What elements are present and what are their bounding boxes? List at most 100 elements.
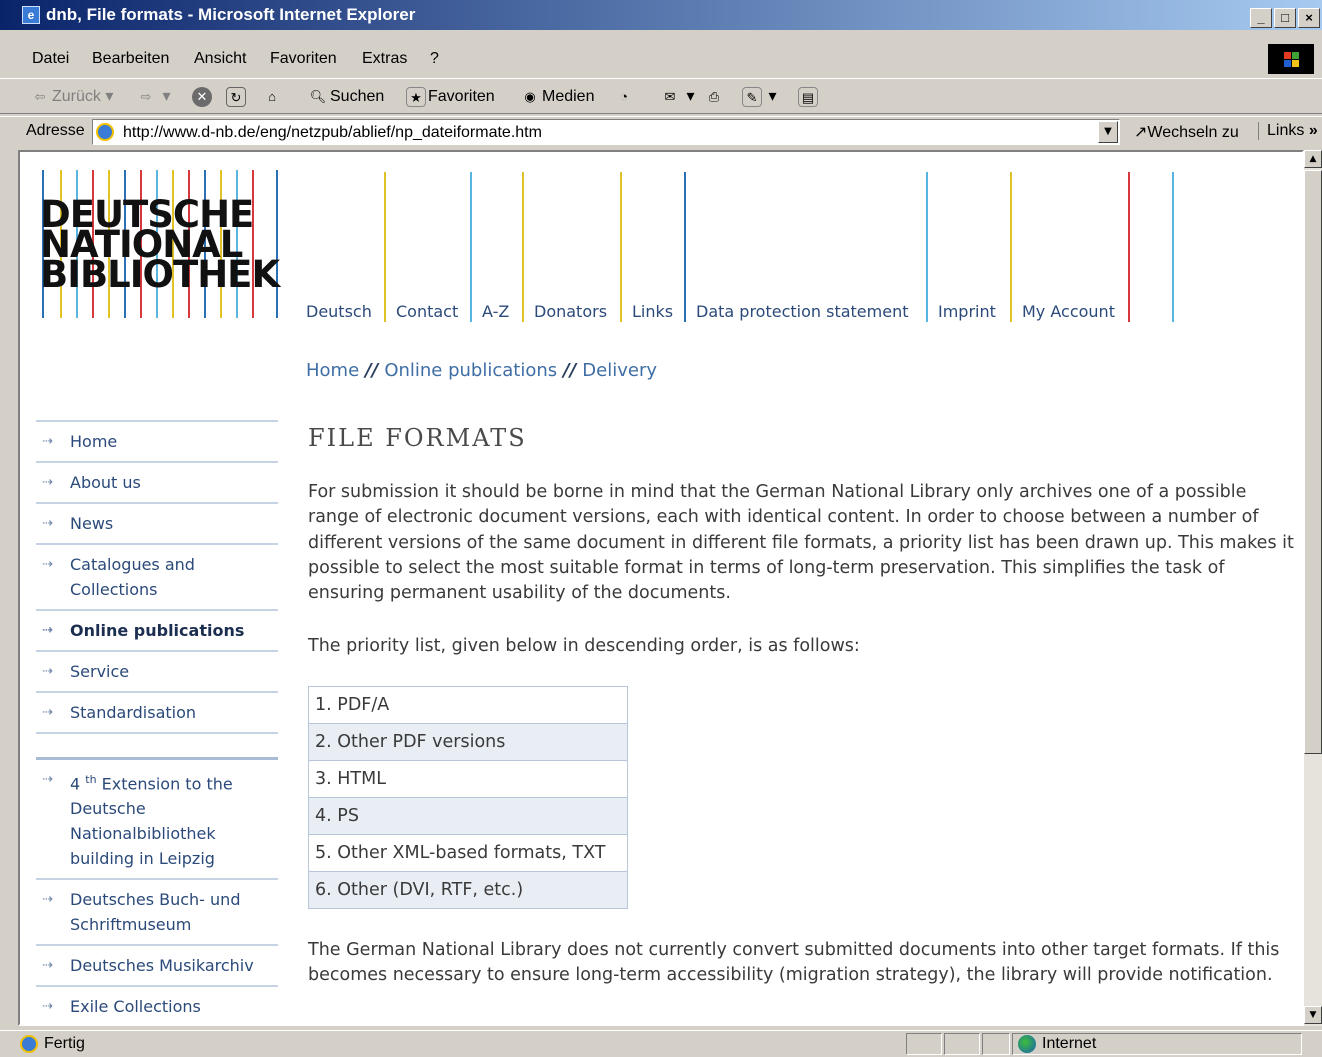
go-button[interactable]: ↗Wechseln zu — [1134, 122, 1239, 142]
breadcrumb-online-publications[interactable]: Online publications — [384, 360, 557, 381]
arrow-right-icon: ⇢ — [42, 892, 53, 908]
window-title-bar[interactable]: e dnb, File formats - Microsoft Internet… — [0, 0, 1322, 30]
back-label: Zurück — [52, 88, 101, 105]
topnav-contact[interactable]: Contact — [396, 302, 458, 321]
edit-button[interactable]: ✎ ▾ — [742, 85, 776, 109]
address-input[interactable]: http://www.d-nb.de/eng/netzpub/ablief/np… — [92, 119, 1120, 145]
sidebar-item-extension[interactable]: ⇢ 4 th Extension to the Deutsche National… — [36, 760, 278, 881]
extension-suffix: th — [85, 773, 97, 786]
table-row: 2. Other PDF versions — [308, 723, 628, 761]
ie-icon: e — [22, 6, 40, 24]
table-row: 5. Other XML-based formats, TXT — [308, 834, 628, 872]
sidebar-item-label: Deutsches Musikarchiv — [70, 956, 254, 976]
priority-cell: 3. HTML — [308, 760, 628, 798]
topnav-donators[interactable]: Donators — [534, 302, 607, 321]
sidebar-divider — [36, 734, 278, 760]
sidebar-item-label: About us — [70, 473, 141, 492]
sidebar-item-label: Online publications — [70, 621, 245, 640]
maximize-button[interactable]: □ — [1274, 8, 1296, 28]
sidebar-item-label: Exile Collections — [70, 997, 201, 1017]
menu-extras[interactable]: Extras — [362, 50, 407, 68]
sidebar-item-exile-collections[interactable]: ⇢ Exile Collections — [36, 987, 278, 1024]
vertical-scrollbar[interactable]: ▲ ▼ — [1304, 150, 1322, 1026]
menu-help[interactable]: ? — [430, 50, 439, 68]
stop-icon: ✕ — [192, 86, 212, 107]
zone-label: Internet — [1042, 1035, 1097, 1053]
sidebar-item-label: Extension to the Deutsche Nationalbiblio… — [70, 774, 233, 869]
sidebar-item-musikarchiv[interactable]: ⇢ Deutsches Musikarchiv — [36, 946, 278, 988]
media-icon: ◉ — [524, 88, 536, 104]
main-content: FILE FORMATS For submission it should be… — [308, 420, 1294, 985]
discuss-icon: ▤ — [798, 86, 818, 107]
windows-logo-icon — [1268, 44, 1314, 74]
scroll-thumb[interactable] — [1304, 170, 1322, 754]
menu-bearbeiten[interactable]: Bearbeiten — [92, 50, 169, 68]
status-cell — [982, 1033, 1010, 1055]
sidebar-item-label: Catalogues and Collections — [70, 555, 195, 599]
search-button[interactable]: 🔍︎ Suchen — [308, 85, 385, 109]
logo-text: DEUTSCHE NATIONAL BIBLIOTHEK — [40, 196, 280, 293]
page-content: DEUTSCHE NATIONAL BIBLIOTHEK Deutsch Con… — [18, 150, 1304, 1026]
arrow-right-icon: ⇢ — [42, 958, 53, 974]
topnav-a-z[interactable]: A-Z — [482, 302, 509, 321]
history-button[interactable]: ◔ — [614, 85, 636, 109]
table-row: 1. PDF/A — [308, 686, 628, 724]
menu-bar: Datei Bearbeiten Ansicht Favoriten Extra… — [0, 44, 1322, 74]
priority-cell: 5. Other XML-based formats, TXT — [308, 834, 628, 872]
menu-ansicht[interactable]: Ansicht — [194, 50, 246, 68]
sidebar-item-home[interactable]: ⇢ Home — [36, 420, 278, 463]
topnav-my-account[interactable]: My Account — [1022, 302, 1115, 321]
address-dropdown-button[interactable]: ▼ — [1098, 121, 1118, 143]
sidebar-item-about-us[interactable]: ⇢ About us — [36, 463, 278, 504]
sidebar-item-catalogues[interactable]: ⇢ Catalogues and Collections — [36, 545, 278, 611]
breadcrumb-home[interactable]: Home — [306, 360, 359, 381]
forward-arrow-icon: ⇨ — [140, 88, 152, 104]
status-label: Fertig — [44, 1035, 85, 1053]
print-button[interactable]: ⎙ — [704, 85, 726, 109]
sidebar-item-buchmuseum[interactable]: ⇢ Deutsches Buch- und Schriftmuseum — [36, 880, 278, 947]
links-button[interactable]: Links » — [1258, 122, 1318, 140]
sidebar-item-service[interactable]: ⇢ Service — [36, 652, 278, 693]
status-cell — [906, 1033, 942, 1055]
topnav-links[interactable]: Links — [632, 302, 673, 321]
topnav-data-protection[interactable]: Data protection statement — [696, 302, 908, 321]
search-label: Suchen — [330, 88, 385, 105]
stop-button[interactable]: ✕ — [192, 85, 214, 109]
arrow-right-icon: ⇢ — [42, 434, 53, 449]
arrow-right-icon: ⇢ — [42, 705, 53, 720]
sidebar-item-label: Standardisation — [70, 703, 197, 722]
topnav-deutsch[interactable]: Deutsch — [306, 302, 372, 321]
back-button[interactable]: ⇦ Zurück ▾ — [30, 85, 114, 109]
arrow-right-icon: ⇢ — [42, 664, 53, 679]
window-title: dnb, File formats - Microsoft Internet E… — [46, 5, 416, 24]
discuss-button[interactable]: ▤ — [798, 85, 820, 109]
refresh-button[interactable]: ↻ — [226, 85, 248, 109]
table-row: 4. PS — [308, 797, 628, 835]
minimize-button[interactable]: _ — [1250, 8, 1272, 28]
sidebar-item-online-publications[interactable]: ⇢ Online publications — [36, 611, 278, 652]
sidebar-item-standardisation[interactable]: ⇢ Standardisation — [36, 693, 278, 734]
priority-cell: 4. PS — [308, 797, 628, 835]
sidebar-item-label: Deutsches Buch- und Schriftmuseum — [70, 890, 241, 935]
scroll-up-button[interactable]: ▲ — [1304, 150, 1322, 168]
favorites-label: Favoriten — [428, 88, 495, 105]
mail-button[interactable]: ✉ ▾ — [660, 85, 695, 109]
forward-button[interactable]: ⇨ ▾ — [136, 85, 171, 109]
home-button[interactable]: ⌂ — [262, 85, 284, 109]
topnav-imprint[interactable]: Imprint — [938, 302, 996, 321]
media-button[interactable]: ◉ Medien — [520, 85, 594, 109]
favorites-icon: ★ — [406, 86, 426, 107]
page-icon — [96, 123, 114, 141]
arrow-right-icon: ⇢ — [42, 557, 53, 572]
favorites-button[interactable]: ★ Favoriten — [406, 85, 495, 109]
table-row: 3. HTML — [308, 760, 628, 798]
globe-icon — [1018, 1035, 1036, 1053]
sidebar-item-news[interactable]: ⇢ News — [36, 504, 278, 545]
close-button[interactable]: × — [1298, 8, 1320, 28]
priority-cell: 2. Other PDF versions — [308, 723, 628, 761]
menu-favoriten[interactable]: Favoriten — [270, 50, 337, 68]
scroll-down-button[interactable]: ▼ — [1304, 1006, 1322, 1024]
breadcrumb-current[interactable]: Delivery — [582, 360, 657, 381]
priority-intro: The priority list, given below in descen… — [308, 636, 860, 656]
menu-datei[interactable]: Datei — [32, 50, 69, 68]
